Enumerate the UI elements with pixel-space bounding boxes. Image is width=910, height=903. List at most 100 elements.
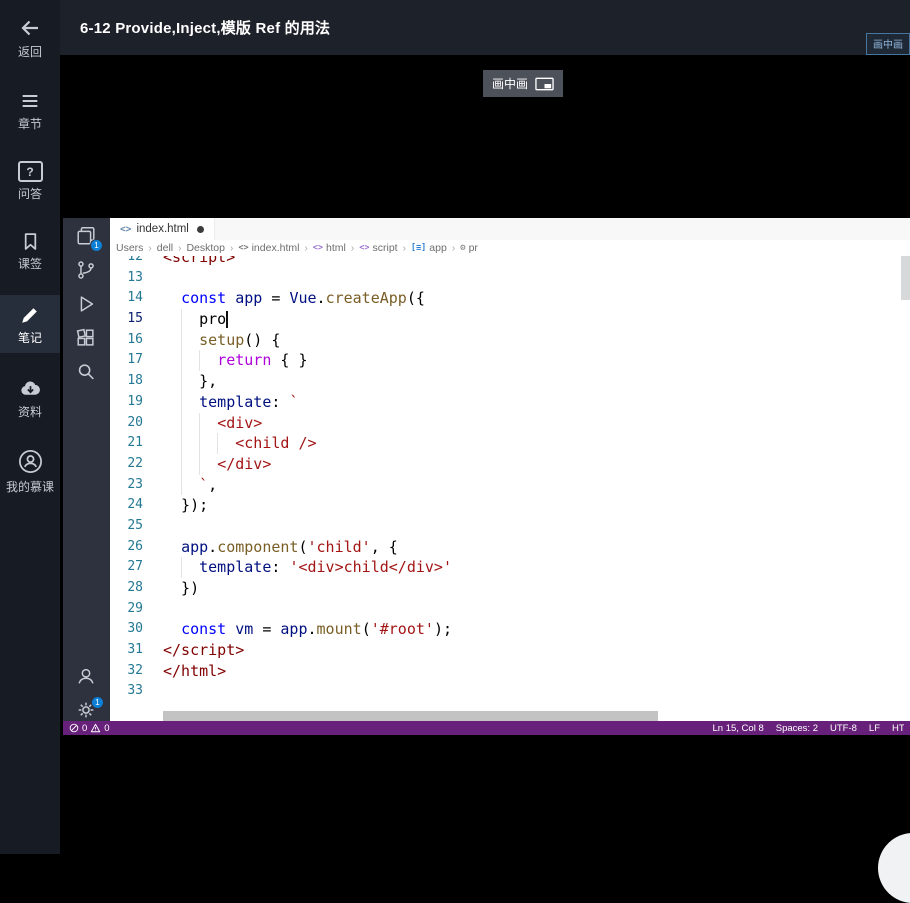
- breadcrumb-item-script[interactable]: <> script: [359, 242, 397, 254]
- code-line[interactable]: app.component('child', {: [163, 537, 910, 558]
- tag-symbol-icon: <>: [359, 243, 370, 253]
- sidebar-item-label: 问答: [17, 187, 42, 201]
- code-line[interactable]: setup() {: [163, 329, 910, 351]
- line-number: 30: [127, 621, 143, 637]
- settings-badge: 1: [91, 696, 104, 709]
- code-line[interactable]: [163, 516, 910, 537]
- warning-icon: [91, 723, 101, 733]
- code-line[interactable]: </script>: [163, 640, 910, 661]
- code-line[interactable]: return { }: [163, 350, 910, 372]
- breadcrumb-item-users[interactable]: Users: [116, 242, 143, 254]
- extensions-icon[interactable]: [75, 327, 99, 351]
- line-number: 15: [127, 311, 143, 327]
- code-line[interactable]: pro: [163, 309, 910, 330]
- app-sidebar: 返回 章节 ? 问答 课签 笔记 资料 我的慕课: [0, 0, 60, 854]
- encoding-indicator[interactable]: UTF-8: [830, 723, 857, 734]
- breadcrumb-item-dell[interactable]: dell: [157, 242, 173, 254]
- sidebar-item-label: 资料: [17, 405, 42, 419]
- sidebar-item-chapters[interactable]: 章节: [0, 90, 60, 130]
- code-line[interactable]: [163, 599, 910, 620]
- code-line[interactable]: });: [163, 495, 910, 516]
- sidebar-item-materials[interactable]: 资料: [0, 377, 60, 418]
- line-number: 26: [127, 538, 143, 554]
- code-line[interactable]: },: [163, 371, 910, 392]
- line-number: 17: [127, 352, 143, 368]
- line-col-indicator[interactable]: Ln 15, Col 8: [713, 723, 764, 734]
- sidebar-item-label: 返回: [17, 45, 42, 59]
- indent-guide: [181, 391, 182, 413]
- tag-symbol-icon: <>: [312, 243, 324, 253]
- vertical-scrollbar[interactable]: [901, 256, 910, 300]
- code-line[interactable]: <script>: [163, 256, 910, 268]
- explorer-badge: 1: [90, 239, 103, 252]
- code-line[interactable]: <div>: [163, 412, 910, 434]
- question-bubble-icon: ?: [17, 161, 43, 182]
- sidebar-item-qa[interactable]: ? 问答: [0, 161, 60, 200]
- account-icon[interactable]: [75, 665, 99, 689]
- code-line[interactable]: template: '<div>child</div>': [163, 557, 910, 578]
- indent-guide: [181, 433, 182, 454]
- sidebar-item-label: 课签: [17, 257, 42, 271]
- breadcrumb-item-app[interactable]: [≡] app: [411, 242, 447, 254]
- header-bar: 6-12 Provide,Inject,模版 Ref 的用法 画中画: [60, 0, 910, 55]
- indent-guide: [181, 412, 182, 434]
- code-line[interactable]: const app = Vue.createApp({: [163, 288, 910, 309]
- back-arrow-icon: [21, 20, 38, 36]
- line-number: 21: [127, 435, 143, 451]
- code-line[interactable]: [163, 268, 910, 289]
- sidebar-item-my-mooc[interactable]: 我的慕课: [0, 448, 60, 493]
- breadcrumb-separator: ›: [304, 242, 308, 254]
- code-line[interactable]: const vm = app.mount('#root');: [163, 619, 910, 640]
- breadcrumb-item-html[interactable]: <> html: [313, 242, 346, 254]
- my-account-logo-icon: [18, 450, 42, 473]
- line-number: 28: [127, 580, 143, 595]
- run-debug-icon[interactable]: [75, 293, 99, 317]
- sidebar-item-back[interactable]: 返回: [0, 16, 60, 58]
- breadcrumb-item-pr[interactable]: ⚙ pr: [460, 242, 478, 254]
- menu-lines-icon: [22, 94, 38, 108]
- indent-guide: [199, 350, 200, 372]
- horizontal-scrollbar-thumb[interactable]: [163, 711, 658, 721]
- code-line[interactable]: `,: [163, 474, 910, 496]
- code-editor[interactable]: 12 13 14 15 16 17 18 19 20 21 22 23 24 25 26 27 28 29 30 31…: [110, 256, 910, 711]
- gutter: 12 13 14 15 16 17 18 19 20 21 22 23 24 25 26 27 28 29 30 31…: [110, 256, 163, 702]
- indent-guide: [181, 350, 182, 372]
- indent-guide: [199, 453, 200, 475]
- code-lines: <script> const app = Vue.createApp({ pro…: [163, 256, 910, 702]
- sidebar-item-bookmarks[interactable]: 课签: [0, 231, 60, 270]
- problems-indicator[interactable]: 0 0: [69, 723, 110, 734]
- breadcrumb-item-desktop[interactable]: Desktop: [186, 242, 225, 254]
- sidebar-item-notes[interactable]: 笔记: [0, 295, 60, 353]
- code-line[interactable]: template: `: [163, 391, 910, 413]
- breadcrumb-item-index-html[interactable]: <> index.html: [238, 242, 299, 254]
- indent-guide: [181, 309, 182, 330]
- bookmark-icon: [24, 233, 36, 250]
- modified-dot-icon[interactable]: [196, 225, 204, 233]
- breadcrumb-separator: ›: [230, 242, 234, 254]
- tab-index-html[interactable]: <> index.html: [110, 218, 215, 240]
- line-number: 32: [127, 662, 143, 678]
- code-line[interactable]: </div>: [163, 453, 910, 475]
- error-count: 0: [82, 722, 88, 734]
- settings-gear-icon[interactable]: 1: [75, 696, 104, 723]
- indent-guide: [217, 433, 218, 454]
- pip-button[interactable]: 画中画: [483, 70, 564, 97]
- line-number: 18: [127, 373, 143, 389]
- files-explorer-icon[interactable]: 1: [75, 225, 103, 252]
- error-icon: [69, 723, 79, 733]
- text-cursor: [226, 311, 228, 329]
- code-line[interactable]: <child />: [163, 433, 910, 454]
- line-number: 13: [127, 269, 143, 285]
- search-icon[interactable]: [75, 361, 99, 385]
- code-line[interactable]: [163, 681, 910, 702]
- language-indicator[interactable]: HTML: [892, 723, 904, 734]
- source-control-icon[interactable]: [75, 259, 99, 283]
- code-line[interactable]: </html>: [163, 661, 910, 682]
- video-area[interactable]: 画中画 1 1 <> index.html Users › dell › Des…: [60, 55, 910, 854]
- indentation-indicator[interactable]: Spaces: 2: [776, 723, 818, 734]
- eol-indicator[interactable]: LF: [869, 723, 880, 734]
- breadcrumb-separator: ›: [178, 242, 182, 254]
- pip-dock-chip[interactable]: 画中画: [866, 33, 910, 55]
- pencil-icon: [22, 308, 37, 323]
- code-line[interactable]: }): [163, 578, 910, 599]
